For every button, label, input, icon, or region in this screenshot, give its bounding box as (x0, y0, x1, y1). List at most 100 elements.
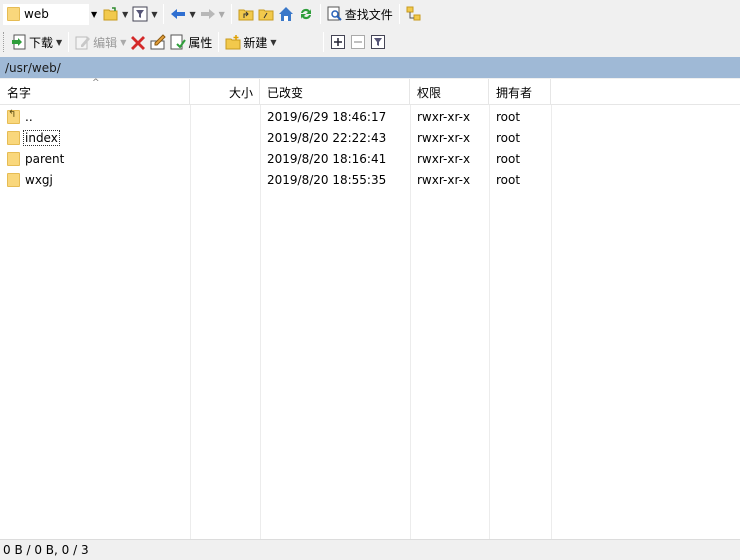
permissions-cell: rwxr-xr-x (417, 130, 471, 145)
chevron-down-icon[interactable]: ▼ (56, 38, 62, 47)
folder-icon (7, 172, 20, 187)
find-files-button[interactable]: 查找文件 (325, 3, 395, 25)
find-files-label: 查找文件 (344, 7, 393, 22)
open-folder-icon (103, 6, 119, 22)
name-cell: .. (0, 106, 190, 127)
select-button[interactable] (328, 31, 348, 53)
file-list[interactable]: 名字 ^ 大小 已改变 权限 拥有者 .. (0, 78, 740, 539)
filter-button[interactable]: ▼ (130, 3, 159, 25)
delete-icon (130, 34, 146, 50)
download-icon (11, 34, 27, 50)
plus-icon (330, 34, 346, 50)
separator (163, 4, 165, 24)
root-directory-button[interactable] (256, 3, 276, 25)
back-arrow-icon (170, 6, 186, 22)
owner-cell: root (496, 172, 521, 187)
column-header: 名字 ^ 大小 已改变 权限 拥有者 (0, 78, 740, 105)
column-modified-label: 已改变 (267, 85, 304, 100)
refresh-button[interactable] (296, 3, 316, 25)
home-directory-button[interactable] (276, 3, 296, 25)
name-cell: parent (0, 148, 190, 169)
parent-directory-button[interactable] (236, 3, 256, 25)
permissions-cell: rwxr-xr-x (417, 109, 471, 124)
tree-icon (406, 6, 422, 22)
open-directory-button[interactable]: ▼ (101, 3, 130, 25)
location-value: web (24, 7, 49, 21)
forward-arrow-icon (200, 6, 216, 22)
file-rows: .. 2019/6/29 18:46:17 rwxr-xr-x root ind… (0, 106, 740, 190)
chevron-down-icon[interactable]: ▼ (270, 38, 276, 47)
new-button[interactable]: 新建 ▼ (223, 31, 278, 53)
column-permissions-label: 权限 (417, 85, 442, 100)
file-name: wxgj (25, 172, 53, 187)
folder-icon (7, 130, 20, 145)
size-cell (190, 106, 260, 127)
size-cell (190, 148, 260, 169)
location-combo[interactable]: web (3, 3, 89, 25)
chevron-down-icon[interactable]: ▼ (189, 10, 195, 19)
delete-button[interactable] (128, 31, 148, 53)
filter-select-button[interactable] (368, 31, 388, 53)
file-name: index (23, 129, 60, 146)
toolbar-grip[interactable] (3, 32, 6, 52)
size-cell (190, 169, 260, 190)
parent-folder-icon (238, 6, 254, 22)
filter-icon (132, 6, 148, 22)
column-owner[interactable]: 拥有者 (489, 79, 551, 105)
modified-cell: 2019/6/29 18:46:17 (267, 109, 387, 124)
chevron-down-icon[interactable]: ▼ (151, 10, 157, 19)
new-label: 新建 (243, 35, 268, 50)
status-bar: 0 B / 0 B, 0 / 3 (0, 539, 740, 560)
download-label: 下载 (29, 35, 54, 50)
sort-ascending-icon: ^ (92, 78, 100, 88)
location-dropdown-icon[interactable]: ▼ (91, 10, 97, 19)
top-toolbar: web ▼ ▼ ▼ ▼ ▼ 查找文件 (0, 0, 740, 28)
edit-icon (75, 34, 91, 50)
chevron-down-icon[interactable]: ▼ (219, 10, 225, 19)
path-bar[interactable]: /usr/web/ (0, 57, 740, 78)
table-row[interactable]: index 2019/8/20 22:22:43 rwxr-xr-x root (0, 127, 740, 148)
column-name[interactable]: 名字 ^ (0, 78, 190, 105)
column-permissions[interactable]: 权限 (410, 79, 489, 105)
table-row[interactable]: wxgj 2019/8/20 18:55:35 rwxr-xr-x root (0, 169, 740, 190)
separator (322, 32, 324, 52)
home-icon (278, 6, 294, 22)
separator (230, 4, 232, 24)
rename-icon (150, 34, 167, 50)
owner-cell: root (496, 130, 521, 145)
table-row[interactable]: parent 2019/8/20 18:16:41 rwxr-xr-x root (0, 148, 740, 169)
properties-button[interactable]: 属性 (168, 31, 214, 53)
owner-cell: root (496, 109, 521, 124)
modified-cell: 2019/8/20 18:16:41 (267, 151, 387, 166)
column-name-label: 名字 (7, 85, 32, 100)
edit-label: 编辑 (93, 35, 118, 50)
download-button[interactable]: 下载 ▼ (9, 31, 64, 53)
rename-button[interactable] (148, 31, 168, 53)
column-modified[interactable]: 已改变 (260, 79, 410, 105)
separator (398, 4, 400, 24)
table-row[interactable]: .. 2019/6/29 18:46:17 rwxr-xr-x root (0, 106, 740, 127)
permissions-cell: rwxr-xr-x (417, 151, 471, 166)
separator (68, 32, 70, 52)
back-button[interactable]: ▼ (168, 3, 197, 25)
forward-button[interactable]: ▼ (198, 3, 227, 25)
parent-folder-icon (7, 109, 20, 124)
column-size[interactable]: 大小 (190, 79, 260, 105)
separator (218, 32, 220, 52)
name-cell: index (0, 127, 190, 148)
chevron-down-icon[interactable]: ▼ (120, 38, 126, 47)
search-icon (327, 6, 343, 22)
column-owner-label: 拥有者 (496, 85, 533, 100)
file-name: parent (25, 151, 65, 166)
modified-cell: 2019/8/20 18:55:35 (267, 172, 387, 187)
filter-icon (370, 34, 386, 50)
status-text: 0 B / 0 B, 0 / 3 (3, 543, 89, 557)
folder-icon (7, 7, 20, 21)
edit-button[interactable]: 编辑 ▼ (73, 31, 128, 53)
chevron-down-icon[interactable]: ▼ (122, 10, 128, 19)
new-folder-icon (225, 34, 241, 50)
minus-icon (350, 34, 366, 50)
tree-view-button[interactable] (404, 3, 424, 25)
separator (319, 4, 321, 24)
unselect-button[interactable] (348, 31, 368, 53)
